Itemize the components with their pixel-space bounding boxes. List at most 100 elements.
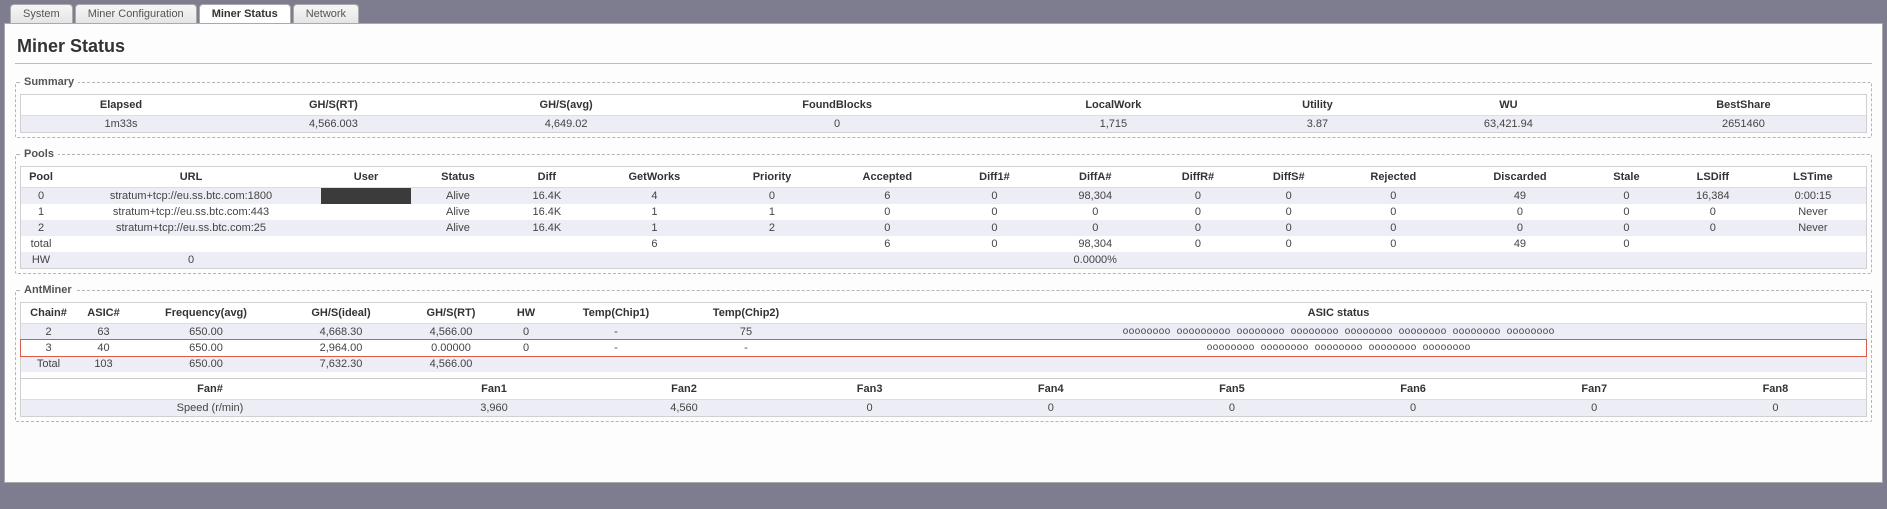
cell-url: stratum+tcp://eu.ss.btc.com:1800 bbox=[61, 188, 321, 205]
col-fan2: Fan2 bbox=[589, 379, 779, 400]
tab-system[interactable]: System bbox=[10, 4, 73, 23]
tab-miner-config[interactable]: Miner Configuration bbox=[75, 4, 197, 23]
tab-miner-status[interactable]: Miner Status bbox=[199, 4, 291, 23]
col-fan8: Fan8 bbox=[1685, 379, 1866, 400]
cell-temp2: - bbox=[681, 340, 811, 356]
cell-freq: 650.00 bbox=[131, 324, 281, 341]
cell-chain: Total bbox=[21, 356, 76, 372]
cell-lstime: Never bbox=[1760, 204, 1866, 220]
summary-row: 1m33s 4,566.003 4,649.02 0 1,715 3.87 63… bbox=[21, 116, 1866, 133]
pools-legend: Pools bbox=[20, 148, 58, 160]
cell-pool: 0 bbox=[21, 188, 61, 205]
pool-row: HW00.0000% bbox=[21, 252, 1866, 268]
summary-legend: Summary bbox=[20, 76, 78, 88]
cell-pool: 1 bbox=[21, 204, 61, 220]
cell-discarded: 49 bbox=[1453, 188, 1587, 205]
cell-status bbox=[411, 252, 505, 268]
cell-hw: 0 bbox=[501, 340, 551, 356]
cell-url bbox=[61, 236, 321, 252]
cell-diffa: 0 bbox=[1038, 220, 1152, 236]
cell-user bbox=[321, 188, 411, 205]
val-elapsed: 1m33s bbox=[21, 116, 221, 133]
col-getworks: GetWorks bbox=[589, 167, 720, 188]
cell-freq: 650.00 bbox=[131, 340, 281, 356]
cell-diff bbox=[505, 252, 589, 268]
cell-lstime bbox=[1760, 236, 1866, 252]
col-priority: Priority bbox=[720, 167, 824, 188]
cell-diff1: 0 bbox=[951, 236, 1039, 252]
col-temp1: Temp(Chip1) bbox=[551, 303, 681, 324]
col-best-share: BestShare bbox=[1621, 95, 1866, 116]
tab-network[interactable]: Network bbox=[293, 4, 359, 23]
col-discarded: Discarded bbox=[1453, 167, 1587, 188]
col-ghs-rt: GH/S(RT) bbox=[221, 95, 446, 116]
val-local-work: 1,715 bbox=[988, 116, 1239, 133]
col-found-blocks: FoundBlocks bbox=[686, 95, 987, 116]
antminer-legend: AntMiner bbox=[20, 284, 76, 296]
cell-temp1: - bbox=[551, 324, 681, 341]
col-user: User bbox=[321, 167, 411, 188]
fan3-val: 0 bbox=[779, 400, 960, 417]
cell-url: 0 bbox=[61, 252, 321, 268]
page-title: Miner Status bbox=[17, 36, 1870, 57]
cell-user bbox=[321, 204, 411, 220]
cell-temp1 bbox=[551, 356, 681, 372]
cell-user bbox=[321, 220, 411, 236]
cell-ghs_rt: 4,566.00 bbox=[401, 356, 501, 372]
cell-asic_status bbox=[811, 356, 1866, 372]
cell-stale bbox=[1587, 252, 1666, 268]
cell-pool: 2 bbox=[21, 220, 61, 236]
col-freq: Frequency(avg) bbox=[131, 303, 281, 324]
cell-status: Alive bbox=[411, 204, 505, 220]
cell-status: Alive bbox=[411, 188, 505, 205]
col-status: Status bbox=[411, 167, 505, 188]
cell-lstime bbox=[1760, 252, 1866, 268]
antminer-fieldset: AntMiner Chain# ASIC# Frequency(avg) GH/… bbox=[15, 284, 1872, 422]
cell-rejected: 0 bbox=[1334, 204, 1453, 220]
cell-diffr: 0 bbox=[1152, 188, 1243, 205]
col-diff1: Diff1# bbox=[951, 167, 1039, 188]
cell-ghs_ideal: 4,668.30 bbox=[281, 324, 401, 341]
val-found-blocks: 0 bbox=[686, 116, 987, 133]
summary-fieldset: Summary Elapsed GH/S(RT) GH/S(avg) Found… bbox=[15, 76, 1872, 138]
fan-row: Speed (r/min) 3,960 4,560 0 0 0 0 0 0 bbox=[21, 400, 1866, 417]
cell-diffs: 0 bbox=[1244, 236, 1334, 252]
cell-rejected bbox=[1334, 252, 1453, 268]
col-diff: Diff bbox=[505, 167, 589, 188]
summary-table: Elapsed GH/S(RT) GH/S(avg) FoundBlocks L… bbox=[21, 95, 1866, 132]
cell-rejected: 0 bbox=[1334, 220, 1453, 236]
chain-row: Total103650.007,632.304,566.00 bbox=[21, 356, 1866, 372]
cell-hw: 0 bbox=[501, 324, 551, 341]
col-diffr: DiffR# bbox=[1152, 167, 1243, 188]
col-fan3: Fan3 bbox=[779, 379, 960, 400]
cell-stale: 0 bbox=[1587, 188, 1666, 205]
cell-diff1: 0 bbox=[951, 220, 1039, 236]
cell-ghs_rt: 4,566.00 bbox=[401, 324, 501, 341]
pool-row: 1stratum+tcp://eu.ss.btc.com:443Alive16.… bbox=[21, 204, 1866, 220]
cell-url: stratum+tcp://eu.ss.btc.com:443 bbox=[61, 204, 321, 220]
col-hw: HW bbox=[501, 303, 551, 324]
cell-freq: 650.00 bbox=[131, 356, 281, 372]
col-ghs-avg: GH/S(avg) bbox=[446, 95, 687, 116]
cell-diffa: 98,304 bbox=[1038, 236, 1152, 252]
cell-diff bbox=[505, 236, 589, 252]
col-local-work: LocalWork bbox=[988, 95, 1239, 116]
val-ghs-avg: 4,649.02 bbox=[446, 116, 687, 133]
col-diffa: DiffA# bbox=[1038, 167, 1152, 188]
col-utility: Utility bbox=[1239, 95, 1396, 116]
cell-chain: 3 bbox=[21, 340, 76, 356]
col-rejected: Rejected bbox=[1334, 167, 1453, 188]
cell-diffr: 0 bbox=[1152, 204, 1243, 220]
cell-priority: 1 bbox=[720, 204, 824, 220]
cell-getworks: 1 bbox=[589, 220, 720, 236]
fan2-val: 4,560 bbox=[589, 400, 779, 417]
cell-getworks: 6 bbox=[589, 236, 720, 252]
fan4-val: 0 bbox=[960, 400, 1141, 417]
fan1-val: 3,960 bbox=[399, 400, 589, 417]
cell-accepted: 6 bbox=[824, 188, 951, 205]
cell-diff1: 0 bbox=[951, 204, 1039, 220]
cell-priority bbox=[720, 236, 824, 252]
fan7-val: 0 bbox=[1504, 400, 1685, 417]
cell-pool: total bbox=[21, 236, 61, 252]
cell-diff1: 0 bbox=[951, 188, 1039, 205]
